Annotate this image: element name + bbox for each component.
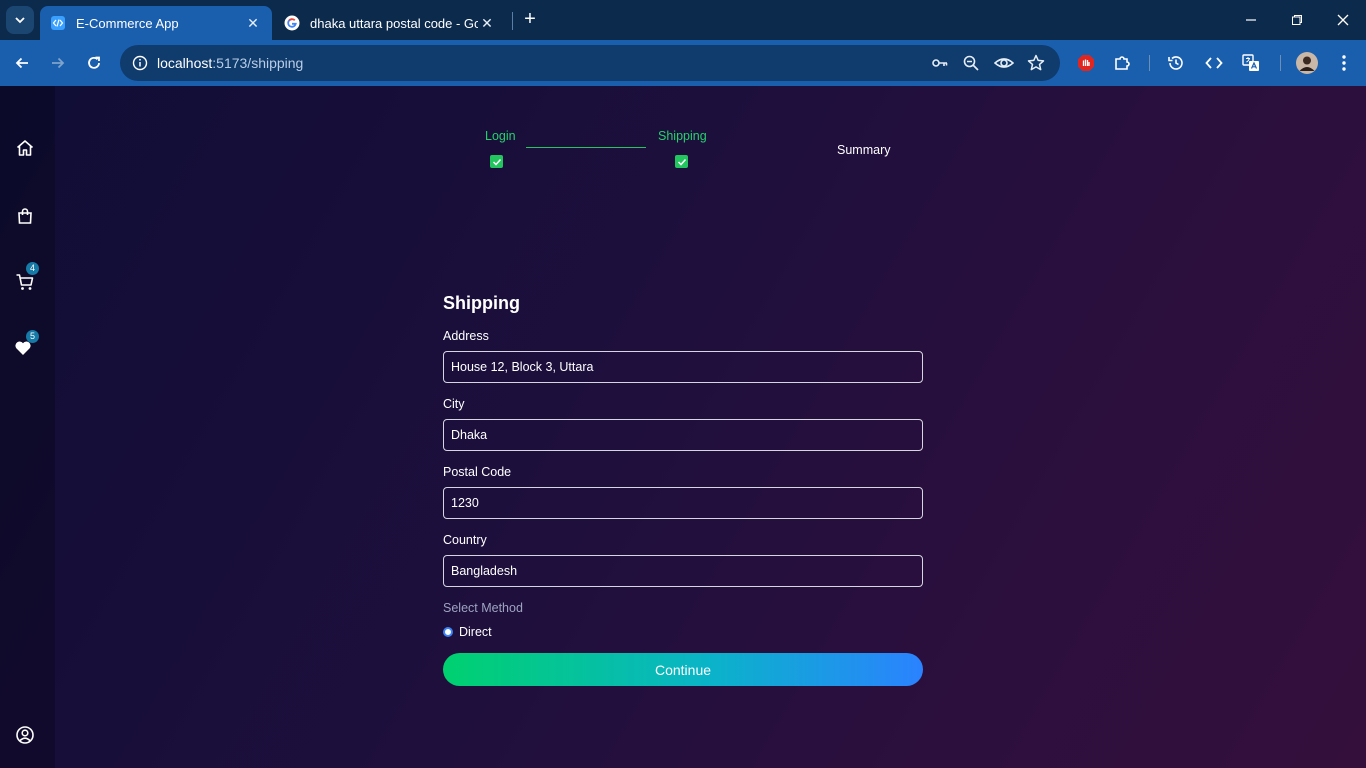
tab-ecommerce-app[interactable]: E-Commerce App ✕ — [40, 6, 272, 40]
step-summary-label: Summary — [837, 143, 891, 157]
google-icon — [284, 15, 300, 31]
address-input[interactable] — [443, 351, 923, 383]
bookmark-star-icon[interactable] — [1024, 51, 1048, 75]
step-shipping-label: Shipping — [658, 129, 707, 143]
country-input[interactable] — [443, 555, 923, 587]
url-text: localhost:5173/shipping — [157, 55, 303, 71]
history-icon[interactable] — [1162, 49, 1190, 77]
check-icon — [490, 155, 503, 168]
toolbar-divider — [1280, 55, 1281, 71]
back-arrow-icon[interactable] — [8, 49, 36, 77]
user-circle-icon[interactable] — [12, 722, 38, 748]
check-icon — [675, 155, 688, 168]
password-key-icon[interactable] — [928, 51, 952, 75]
city-input[interactable] — [443, 419, 923, 451]
close-tab-icon[interactable]: ✕ — [478, 14, 496, 32]
select-method-label: Select Method — [443, 601, 523, 615]
tab-title: E-Commerce App — [76, 15, 179, 31]
translate-icon[interactable] — [1237, 49, 1265, 77]
step-login-label: Login — [485, 129, 516, 143]
reload-icon[interactable] — [80, 49, 108, 77]
home-icon[interactable] — [12, 135, 38, 161]
shipping-page: 4 5 Login Shipping Summary Shipping Addr… — [0, 86, 1366, 768]
zoom-icon[interactable] — [959, 51, 983, 75]
cart-count-badge: 4 — [26, 262, 39, 275]
postal-code-label: Postal Code — [443, 465, 512, 479]
restore-icon[interactable] — [1274, 0, 1320, 40]
code-icon — [50, 15, 66, 31]
browser-menu-icon[interactable] — [1330, 49, 1358, 77]
close-window-icon[interactable] — [1320, 0, 1366, 40]
address-label: Address — [443, 329, 489, 343]
extension-stop-icon[interactable] — [1072, 49, 1100, 77]
tab-title: dhaka uttara postal code - Goo — [310, 15, 478, 31]
profile-avatar[interactable] — [1293, 49, 1321, 77]
minimize-icon[interactable] — [1228, 0, 1274, 40]
shopping-bag-icon[interactable] — [12, 203, 38, 229]
step-connector — [526, 147, 646, 148]
country-label: Country — [443, 533, 487, 547]
tab-google-search[interactable]: dhaka uttara postal code - Goo ✕ — [274, 6, 506, 40]
eye-icon[interactable] — [992, 51, 1016, 75]
extensions-puzzle-icon[interactable] — [1108, 49, 1136, 77]
sidebar-nav: 4 5 — [0, 86, 55, 768]
browser-toolbar: localhost:5173/shipping — [0, 40, 1366, 86]
forward-arrow-icon[interactable] — [44, 49, 72, 77]
devtools-code-icon[interactable] — [1200, 49, 1228, 77]
url-path: :5173/shipping — [212, 55, 304, 71]
tab-divider — [512, 12, 513, 30]
continue-button[interactable]: Continue — [443, 653, 923, 686]
url-host: localhost — [157, 55, 213, 71]
toolbar-divider — [1149, 55, 1150, 71]
postal-code-input[interactable] — [443, 487, 923, 519]
city-label: City — [443, 397, 465, 411]
favorites-count-badge: 5 — [26, 330, 39, 343]
new-tab-button[interactable]: + — [518, 8, 542, 32]
close-tab-icon[interactable]: ✕ — [244, 14, 262, 32]
tab-search-chevron-icon[interactable] — [6, 6, 34, 34]
site-info-icon[interactable] — [128, 51, 152, 75]
address-bar[interactable]: localhost:5173/shipping — [120, 45, 1060, 81]
form-title: Shipping — [443, 293, 520, 313]
direct-radio-label[interactable]: Direct — [459, 625, 492, 639]
direct-radio[interactable] — [443, 627, 453, 637]
browser-tab-bar: E-Commerce App ✕ dhaka uttara postal cod… — [0, 0, 1366, 40]
